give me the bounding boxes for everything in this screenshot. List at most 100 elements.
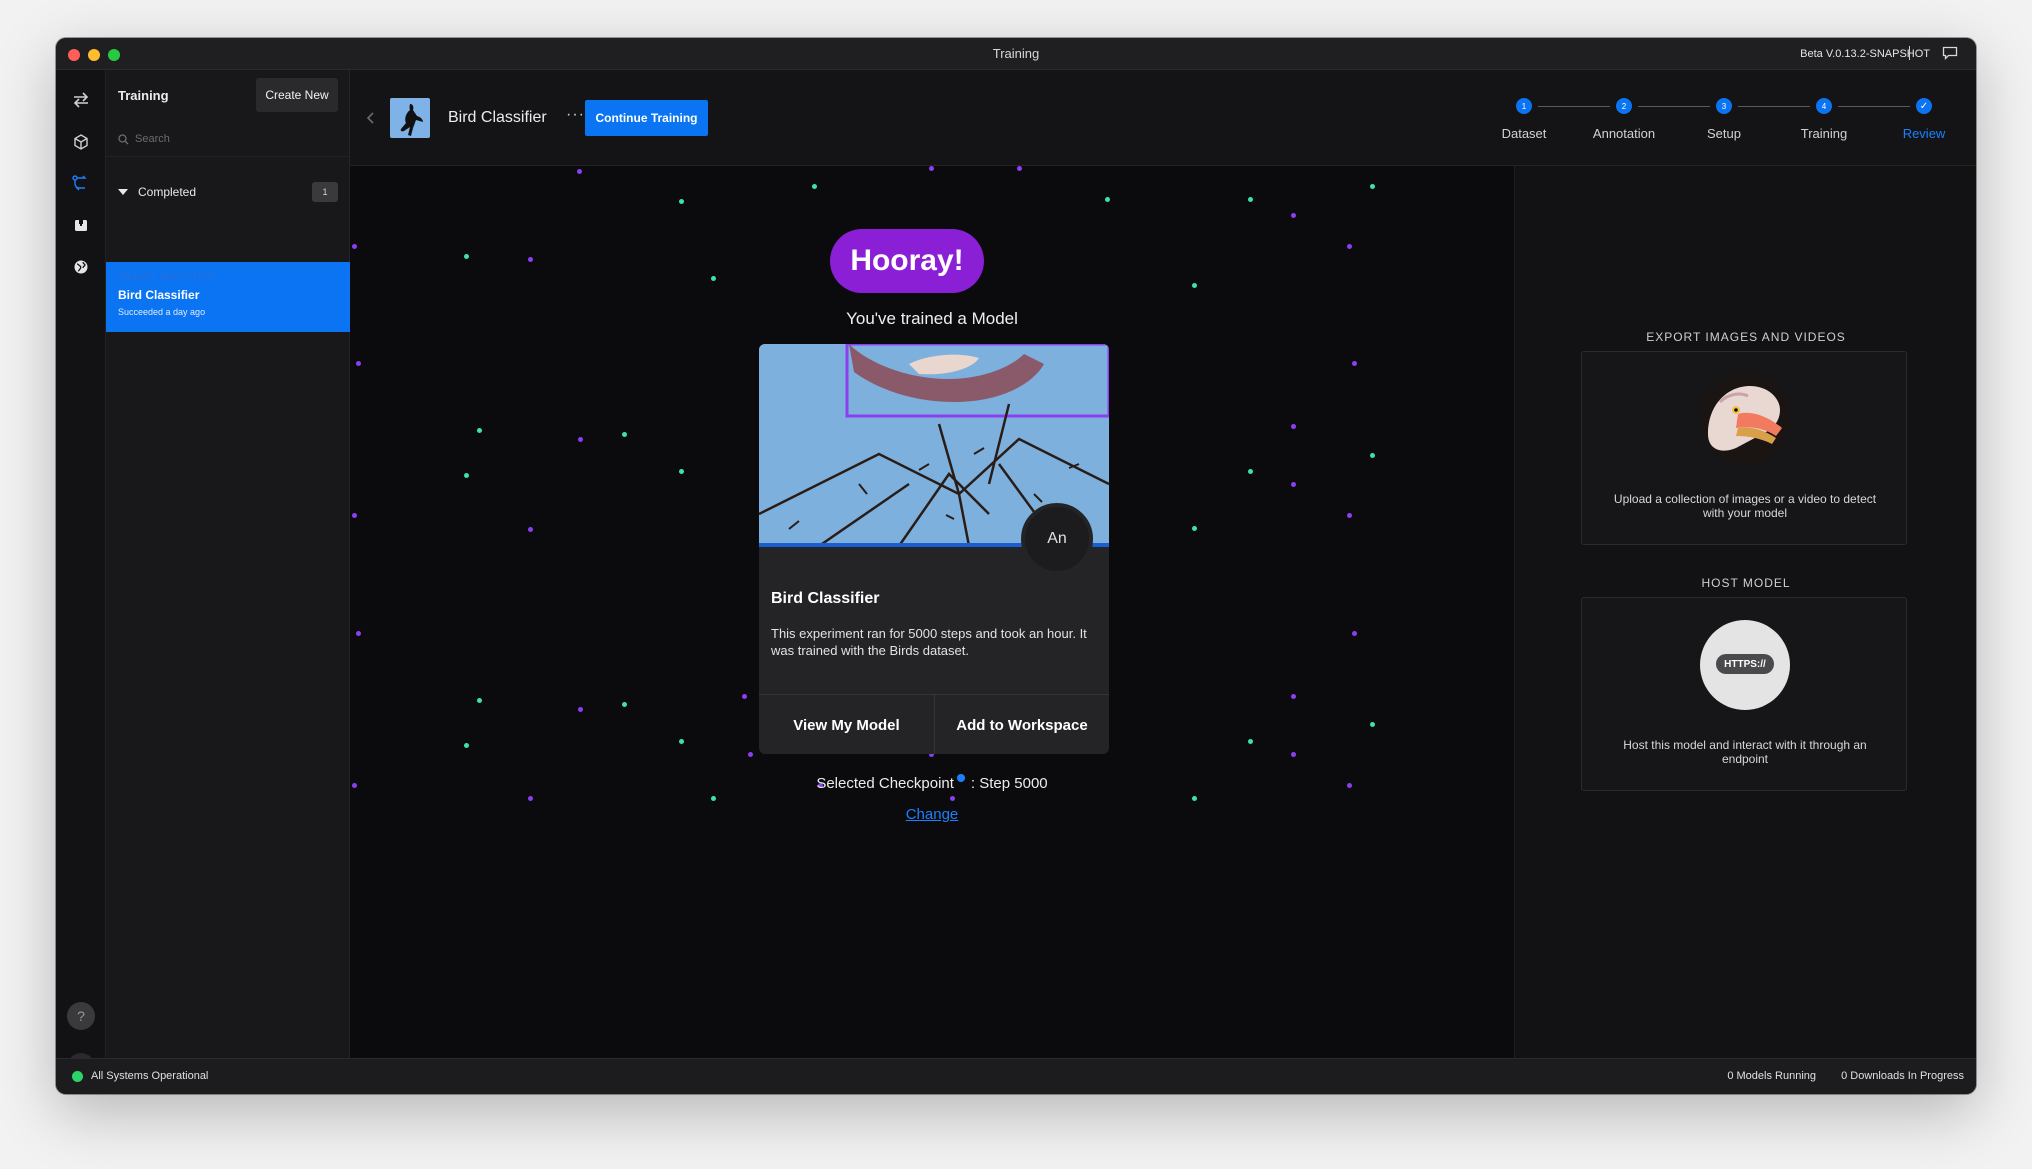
checkpoint-row: Selected Checkpoint: Step 5000 [350,774,1514,792]
card-description: This experiment ran for 5000 steps and t… [771,626,1087,658]
https-pill: HTTPS:// [1716,654,1774,674]
training-sidebar: Training Create New Search Completed 1 O… [106,70,350,1058]
confetti-dot [679,199,684,204]
help-button[interactable]: ? [67,1002,95,1030]
group-completed[interactable]: Completed 1 [118,182,338,202]
confetti-dot [1192,796,1197,801]
models-running[interactable]: 0 Models Running [1727,1070,1816,1082]
feedback-icon[interactable] [1942,46,1958,60]
caret-down-icon [118,189,128,195]
project-header: Bird Classifier ··· Continue Training 1 … [350,70,1976,166]
step-label-annotation[interactable]: Annotation [1593,126,1655,141]
confetti-dot [1347,513,1352,518]
pelican-image [1700,374,1790,464]
confetti-dot [578,707,583,712]
status-indicator-icon [72,1071,83,1082]
confetti-dot [352,513,357,518]
group-label: Completed [138,185,197,199]
confetti-dot [1291,213,1296,218]
confetti-dot [679,739,684,744]
model-card: An Bird Classifier This experiment ran f… [759,344,1109,754]
confetti-dot [578,437,583,442]
confetti-dot [356,361,361,366]
info-icon[interactable] [956,774,965,782]
search-input[interactable]: Search [118,128,338,150]
confetti-dot [1248,469,1253,474]
confetti-dot [929,166,934,171]
step-dot-setup[interactable]: 3 [1716,98,1732,114]
window-title: Training [992,46,1040,61]
confetti-dot [742,694,747,699]
step-label-setup[interactable]: Setup [1707,126,1741,141]
progress-stepper: 1 2 3 4 ✓ Dataset Annotation Setup Train… [1500,90,1945,150]
status-bar: All Systems Operational 0 Models Running… [56,1058,1976,1094]
confetti-dot [1017,166,1022,171]
app-window: Training Beta V.0.13.2-SNAPSHOT ? An Tra… [56,38,1976,1094]
confetti-dot [950,796,955,801]
confetti-dot [528,527,533,532]
add-to-workspace-button[interactable]: Add to Workspace [934,695,1109,754]
actions-panel: EXPORT IMAGES AND VIDEOS Upload a collec… [1514,166,1976,1058]
confetti-dot [464,473,469,478]
cube-icon[interactable] [69,130,93,154]
card-title: Bird Classifier [771,590,880,607]
confetti-dot [1352,361,1357,366]
export-description: Upload a collection of images or a video… [1613,492,1877,520]
step-connector [1838,106,1910,107]
confetti-dot [1370,722,1375,727]
item-subtitle: Succeeded a day ago [118,307,206,317]
item-kicker: OBJECT DETECTION [118,272,216,282]
step-label-review[interactable]: Review [1903,126,1946,141]
icon-rail: ? An [56,70,106,1081]
create-new-button[interactable]: Create New [256,78,338,112]
step-dot-annotation[interactable]: 2 [1616,98,1632,114]
confetti-dot [1370,184,1375,189]
checkpoint-label: Selected Checkpoint [816,775,954,792]
title-bar: Training Beta V.0.13.2-SNAPSHOT [56,38,1976,70]
continue-training-button[interactable]: Continue Training [585,100,708,136]
view-my-model-button[interactable]: View My Model [759,695,934,754]
export-images-card[interactable]: Upload a collection of images or a video… [1581,351,1907,545]
step-connector [1738,106,1810,107]
system-status: All Systems Operational [91,1070,209,1082]
swap-icon[interactable] [69,88,93,112]
step-label-training[interactable]: Training [1801,126,1847,141]
sidebar-title: Training [118,88,169,103]
step-dot-review[interactable]: ✓ [1916,98,1932,114]
review-canvas: Hooray! You've trained a Model An Bird C… [350,166,1514,1058]
confetti-dot [352,244,357,249]
confetti-dot [1291,424,1296,429]
confetti-dot [748,752,753,757]
chevron-left-icon[interactable] [366,112,374,124]
downloads-in-progress[interactable]: 0 Downloads In Progress [1841,1070,1964,1082]
list-item-bird-classifier[interactable]: OBJECT DETECTION Bird Classifier Succeed… [106,262,350,332]
change-checkpoint-link[interactable]: Change [350,806,1514,823]
confetti-dot [1248,197,1253,202]
more-options-icon[interactable]: ··· [566,106,585,124]
version-label: Beta V.0.13.2-SNAPSHOT [1800,48,1930,60]
confetti-dot [711,276,716,281]
confetti-dot [711,796,716,801]
confetti-dot [577,169,582,174]
card-actions: View My Model Add to Workspace [759,694,1109,754]
confetti-dot [1192,526,1197,531]
confetti-dot [1347,244,1352,249]
inbox-icon[interactable] [69,213,93,237]
step-dot-dataset[interactable]: 1 [1516,98,1532,114]
confetti-dot [1352,631,1357,636]
confetti-dot [622,702,627,707]
confetti-dot [1192,283,1197,288]
training-icon[interactable] [69,171,93,195]
count-badge: 1 [312,182,338,202]
trained-message: You've trained a Model [846,309,1018,328]
confetti-dot [1105,197,1110,202]
host-description: Host this model and interact with it thr… [1623,738,1867,766]
confetti-dot [1248,739,1253,744]
globe-icon[interactable] [69,255,93,279]
confetti-dot [679,469,684,474]
confetti-dot [1291,482,1296,487]
step-dot-training[interactable]: 4 [1816,98,1832,114]
step-label-dataset[interactable]: Dataset [1502,126,1547,141]
confetti-dot [356,631,361,636]
host-model-card[interactable]: HTTPS:// Host this model and interact wi… [1581,597,1907,791]
